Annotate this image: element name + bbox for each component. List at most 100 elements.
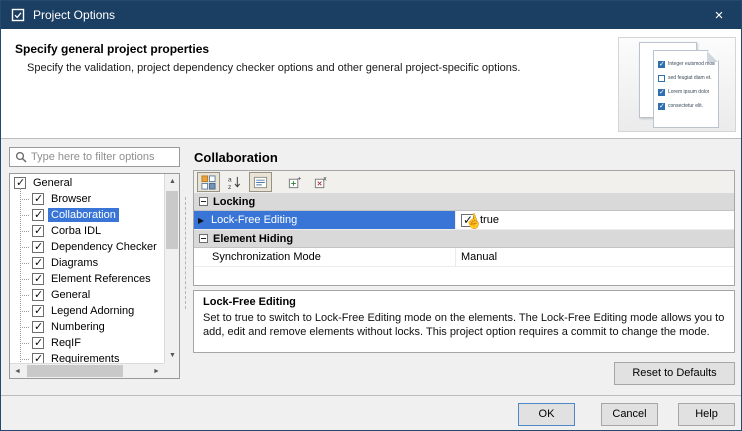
horizontal-scroll-thumb[interactable] bbox=[27, 365, 123, 377]
description-text: Set to true to switch to Lock-Free Editi… bbox=[203, 311, 725, 340]
titlebar: Project Options × bbox=[1, 1, 741, 29]
tree-children: Browser Collaboration Corba IDL Dependen… bbox=[10, 191, 164, 363]
tree-item-label: Collaboration bbox=[48, 208, 119, 222]
tree-item-corba-idl[interactable]: Corba IDL bbox=[10, 223, 164, 239]
description-panel: Lock-Free Editing Set to true to switch … bbox=[193, 290, 735, 353]
description-title: Lock-Free Editing bbox=[203, 296, 725, 308]
checkbox[interactable] bbox=[32, 225, 44, 237]
tree-item-browser[interactable]: Browser bbox=[10, 191, 164, 207]
property-row-synchronization-mode[interactable]: Synchronization Mode Manual bbox=[194, 248, 734, 267]
properties-toolbar: a z + x bbox=[193, 170, 735, 194]
checkbox[interactable] bbox=[32, 241, 44, 253]
checkbox[interactable] bbox=[32, 353, 44, 363]
reset-to-defaults-button[interactable]: Reset to Defaults bbox=[614, 362, 735, 385]
sort-alphabetically-button[interactable]: a z bbox=[223, 172, 246, 192]
graphic-row: consectetur elit. bbox=[658, 99, 715, 113]
tree-item-diagrams[interactable]: Diagrams bbox=[10, 255, 164, 271]
panel-splitter[interactable] bbox=[185, 197, 189, 309]
window-title: Project Options bbox=[33, 8, 115, 22]
tree-item-label: General bbox=[30, 176, 75, 190]
svg-text:+: + bbox=[297, 175, 301, 182]
collapse-all-button[interactable]: x bbox=[309, 172, 332, 192]
graphic-row-text: sed feugiat diam et. bbox=[668, 75, 712, 81]
checkbox-empty-icon bbox=[658, 75, 665, 82]
graphic-row-text: consectetur elit. bbox=[668, 103, 703, 109]
graphic-row-text: Lorem ipsum dolor bbox=[668, 89, 709, 95]
property-value-cell: Manual bbox=[456, 248, 734, 266]
help-button[interactable]: Help bbox=[678, 403, 735, 426]
checkbox[interactable] bbox=[32, 305, 44, 317]
graphic-row: Lorem ipsum dolor bbox=[658, 85, 715, 99]
tree-item-label: Corba IDL bbox=[48, 224, 104, 238]
checkbox[interactable] bbox=[32, 289, 44, 301]
tree-item-label: Dependency Checker bbox=[48, 240, 160, 254]
tree-item-general[interactable]: General bbox=[10, 287, 164, 303]
collapse-all-icon: x bbox=[313, 175, 328, 190]
expand-all-icon: + bbox=[287, 175, 302, 190]
tree-item-collaboration[interactable]: Collaboration bbox=[10, 207, 164, 223]
ok-button[interactable]: OK bbox=[518, 403, 575, 426]
scroll-right-icon[interactable]: ► bbox=[149, 364, 164, 379]
categorized-view-button[interactable] bbox=[197, 172, 220, 192]
dialog-icon bbox=[11, 8, 25, 22]
tree-vertical-scrollbar[interactable]: ▲ ▼ bbox=[164, 174, 179, 363]
vertical-scroll-thumb[interactable] bbox=[166, 191, 178, 249]
tree-item-reqif[interactable]: ReqIF bbox=[10, 335, 164, 351]
tree-item-numbering[interactable]: Numbering bbox=[10, 319, 164, 335]
selected-row-arrow-icon: ▶ bbox=[198, 216, 211, 225]
svg-text:z: z bbox=[228, 184, 231, 190]
tree-item-label: Element References bbox=[48, 272, 154, 286]
property-name: Lock-Free Editing bbox=[211, 214, 297, 226]
show-description-icon bbox=[253, 175, 268, 190]
filter-field[interactable] bbox=[9, 147, 180, 167]
scroll-left-icon[interactable]: ◄ bbox=[10, 364, 25, 379]
cancel-button[interactable]: Cancel bbox=[601, 403, 658, 426]
check-icon bbox=[658, 89, 665, 96]
categorized-view-icon bbox=[201, 175, 216, 190]
show-description-button[interactable] bbox=[249, 172, 272, 192]
expand-all-button[interactable]: + bbox=[283, 172, 306, 192]
group-label: Element Hiding bbox=[213, 233, 293, 245]
property-name-cell: ▶ Lock-Free Editing bbox=[194, 211, 456, 229]
checkbox[interactable] bbox=[32, 193, 44, 205]
svg-text:x: x bbox=[323, 175, 327, 182]
checkbox[interactable] bbox=[32, 209, 44, 221]
property-value-cell: ☝ true bbox=[456, 211, 734, 229]
tree-item-label: Numbering bbox=[48, 320, 108, 334]
tree-item-label: Requirements bbox=[48, 352, 122, 363]
tree-item-requirements[interactable]: Requirements bbox=[10, 351, 164, 363]
collapse-group-icon[interactable] bbox=[199, 234, 208, 243]
page-fold bbox=[707, 51, 718, 62]
checkbox[interactable] bbox=[32, 257, 44, 269]
tree-item-dependency-checker[interactable]: Dependency Checker bbox=[10, 239, 164, 255]
sort-alphabetically-icon: a z bbox=[227, 175, 242, 190]
checkbox[interactable] bbox=[32, 273, 44, 285]
tree-item-label: ReqIF bbox=[48, 336, 84, 350]
tree-item-general-root[interactable]: General bbox=[10, 175, 164, 191]
group-row-locking: Locking bbox=[194, 193, 734, 211]
checkbox[interactable] bbox=[32, 321, 44, 333]
options-tree[interactable]: General Browser Collaboration Corba IDL bbox=[9, 173, 180, 379]
property-value: Manual bbox=[461, 251, 497, 263]
collapse-group-icon[interactable] bbox=[199, 197, 208, 206]
project-options-dialog: Project Options × Specify general projec… bbox=[0, 0, 742, 431]
properties-table: Locking ▶ Lock-Free Editing ☝ true Eleme… bbox=[193, 193, 735, 286]
search-icon bbox=[15, 151, 27, 163]
scroll-down-icon[interactable]: ▼ bbox=[165, 348, 180, 363]
tree-content: General Browser Collaboration Corba IDL bbox=[10, 175, 164, 363]
property-row-lock-free-editing[interactable]: ▶ Lock-Free Editing ☝ true bbox=[194, 211, 734, 230]
page-title: Collaboration bbox=[194, 150, 278, 165]
tree-item-legend-adorning[interactable]: Legend Adorning bbox=[10, 303, 164, 319]
checkbox[interactable] bbox=[32, 337, 44, 349]
document-front-page: Integer euismod mollis sed feugiat diam … bbox=[653, 50, 719, 128]
scroll-up-icon[interactable]: ▲ bbox=[165, 174, 180, 189]
close-icon[interactable]: × bbox=[697, 1, 741, 29]
tree-horizontal-scrollbar[interactable]: ◄ ► bbox=[10, 363, 164, 378]
check-icon bbox=[658, 61, 665, 68]
lock-free-editing-checkbox[interactable] bbox=[461, 214, 474, 227]
tree-item-element-references[interactable]: Element References bbox=[10, 271, 164, 287]
footer-separator bbox=[1, 395, 741, 396]
group-row-element-hiding: Element Hiding bbox=[194, 230, 734, 248]
tree-item-label: Legend Adorning bbox=[48, 304, 137, 318]
filter-input[interactable] bbox=[31, 151, 179, 163]
